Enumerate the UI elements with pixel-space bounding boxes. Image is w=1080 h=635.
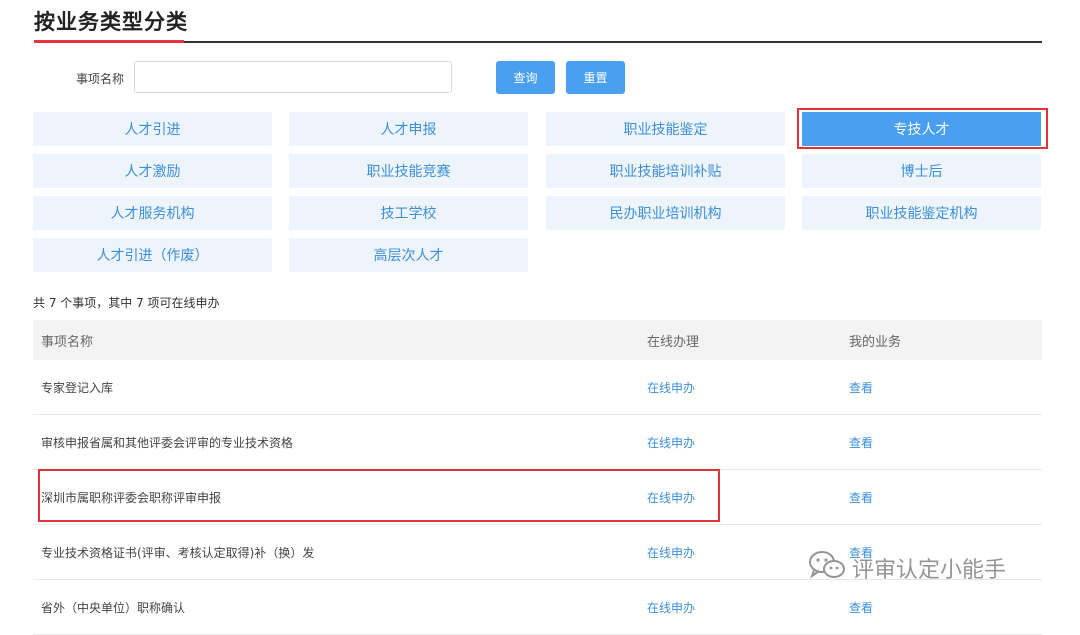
column-header-online: 在线办理 xyxy=(647,334,700,350)
view-link[interactable]: 查看 xyxy=(849,601,873,615)
apply-online-link[interactable]: 在线申办 xyxy=(647,601,695,615)
apply-online-link[interactable]: 在线申办 xyxy=(647,381,695,395)
category-professional-talent[interactable]: 专技人才 xyxy=(802,112,1041,146)
item-name: 专家登记入库 xyxy=(41,380,114,395)
category-private-training-agency[interactable]: 民办职业培训机构 xyxy=(546,196,785,230)
table-row: 省外（中央单位）职称确认 在线申办 查看 xyxy=(33,580,1042,635)
table-row: 审核申报省属和其他评委会评审的专业技术资格 在线申办 查看 xyxy=(33,415,1042,470)
category-high-level-talent[interactable]: 高层次人才 xyxy=(289,238,528,272)
category-talent-introduction[interactable]: 人才引进 xyxy=(33,112,272,146)
query-button[interactable]: 查询 xyxy=(496,61,555,94)
category-skill-appraisal-agency[interactable]: 职业技能鉴定机构 xyxy=(802,196,1041,230)
column-header-my-business: 我的业务 xyxy=(849,334,902,350)
reset-button[interactable]: 重置 xyxy=(566,61,625,94)
category-training-subsidy[interactable]: 职业技能培训补贴 xyxy=(546,154,785,188)
apply-online-link[interactable]: 在线申办 xyxy=(647,546,695,560)
table-row: 深圳市属职称评委会职称评审申报 在线申办 查看 xyxy=(33,470,1042,525)
summary-text: 共 7 个事项，其中 7 项可在线申办 xyxy=(33,296,220,310)
watermark: 评审认定小能手 xyxy=(808,551,1006,585)
category-talent-introduction-obsolete[interactable]: 人才引进（作废） xyxy=(33,238,272,272)
table-header: 事项名称 在线办理 我的业务 xyxy=(33,320,1042,360)
view-link[interactable]: 查看 xyxy=(849,436,873,450)
category-talent-application[interactable]: 人才申报 xyxy=(289,112,528,146)
items-table: 事项名称 在线办理 我的业务 专家登记入库 在线申办 查看 审核申报省属和其他评… xyxy=(33,320,1042,635)
page-title: 按业务类型分类 xyxy=(34,10,188,34)
view-link[interactable]: 查看 xyxy=(849,491,873,505)
category-technical-school[interactable]: 技工学校 xyxy=(289,196,528,230)
category-postdoc[interactable]: 博士后 xyxy=(802,154,1041,188)
item-name: 省外（中央单位）职称确认 xyxy=(41,600,186,615)
search-label: 事项名称 xyxy=(76,72,125,86)
wechat-icon xyxy=(808,550,846,586)
category-talent-service-agency[interactable]: 人才服务机构 xyxy=(33,196,272,230)
item-name: 审核申报省属和其他评委会评审的专业技术资格 xyxy=(41,435,294,450)
search-input[interactable] xyxy=(134,61,452,93)
category-talent-incentive[interactable]: 人才激励 xyxy=(33,154,272,188)
watermark-text: 评审认定小能手 xyxy=(852,558,1007,583)
view-link[interactable]: 查看 xyxy=(849,381,873,395)
column-header-name: 事项名称 xyxy=(41,334,94,350)
item-name: 专业技术资格证书(评审、考核认定取得)补（换）发 xyxy=(41,545,315,560)
category-skill-appraisal[interactable]: 职业技能鉴定 xyxy=(546,112,785,146)
apply-online-link[interactable]: 在线申办 xyxy=(647,436,695,450)
title-divider xyxy=(34,41,1042,43)
apply-online-link[interactable]: 在线申办 xyxy=(647,491,695,505)
table-row: 专家登记入库 在线申办 查看 xyxy=(33,360,1042,415)
category-skill-competition[interactable]: 职业技能竞赛 xyxy=(289,154,528,188)
item-name: 深圳市属职称评委会职称评审申报 xyxy=(41,490,222,505)
title-divider-accent xyxy=(34,40,184,43)
